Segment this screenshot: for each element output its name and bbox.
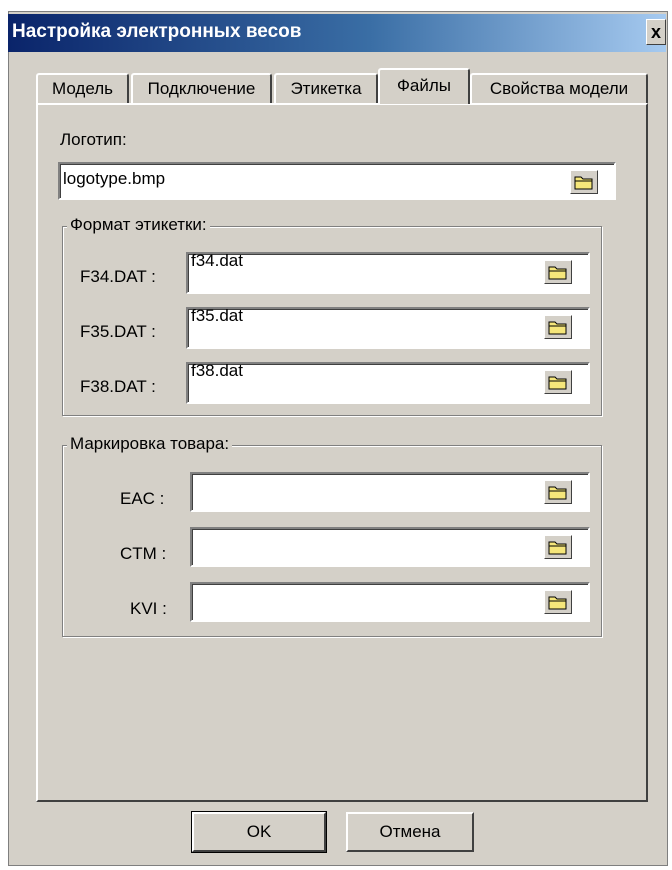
tab-label: Модель — [51, 79, 114, 98]
files-tab-panel — [36, 103, 648, 802]
ok-button-label: OK — [246, 822, 272, 841]
folder-icon — [548, 541, 567, 555]
eac-file-input[interactable] — [190, 472, 590, 512]
tab-label: Свойства модели — [489, 79, 629, 98]
ctm-browse-button[interactable] — [544, 535, 572, 559]
tab-label: Подключение — [147, 79, 256, 98]
f34-browse-button[interactable] — [544, 260, 572, 284]
folder-icon — [548, 321, 567, 335]
cancel-button[interactable]: Отмена — [346, 812, 474, 852]
title-bar: Настройка электронных весов x — [8, 14, 666, 52]
f34-file-value: f34.dat — [191, 251, 243, 270]
f38-file-input[interactable]: f38.dat — [186, 361, 590, 404]
f35-file-input[interactable]: f35.dat — [186, 306, 590, 349]
tab-files[interactable]: Файлы — [378, 68, 470, 104]
kvi-file-input[interactable] — [190, 582, 590, 622]
logo-file-input[interactable]: logotype.bmp — [58, 162, 616, 200]
tab-connection[interactable]: Подключение — [131, 73, 272, 103]
f35-file-value: f35.dat — [191, 306, 243, 325]
f34-file-input[interactable]: f34.dat — [186, 251, 590, 294]
folder-icon — [548, 266, 567, 280]
f38-browse-button[interactable] — [544, 370, 572, 394]
close-button[interactable]: x — [646, 19, 666, 45]
tab-model-properties[interactable]: Свойства модели — [470, 73, 648, 103]
folder-icon — [548, 596, 567, 610]
close-icon: x — [650, 22, 661, 42]
folder-icon — [548, 376, 567, 390]
folder-icon — [574, 176, 593, 190]
tab-label: Этикетка — [290, 79, 362, 98]
f35-browse-button[interactable] — [544, 315, 572, 339]
ctm-file-input[interactable] — [190, 527, 590, 567]
tab-label-settings[interactable]: Этикетка — [274, 73, 378, 103]
tab-model[interactable]: Модель — [36, 73, 129, 103]
logo-file-value: logotype.bmp — [63, 169, 166, 188]
ok-button[interactable]: OK — [191, 811, 327, 853]
tab-label: Файлы — [396, 76, 451, 95]
logo-browse-button[interactable] — [570, 170, 598, 194]
window-title: Настройка электронных весов — [12, 21, 302, 42]
cancel-button-label: Отмена — [379, 822, 441, 841]
kvi-browse-button[interactable] — [544, 590, 572, 614]
eac-browse-button[interactable] — [544, 480, 572, 504]
folder-icon — [548, 486, 567, 500]
f38-file-value: f38.dat — [191, 361, 243, 380]
